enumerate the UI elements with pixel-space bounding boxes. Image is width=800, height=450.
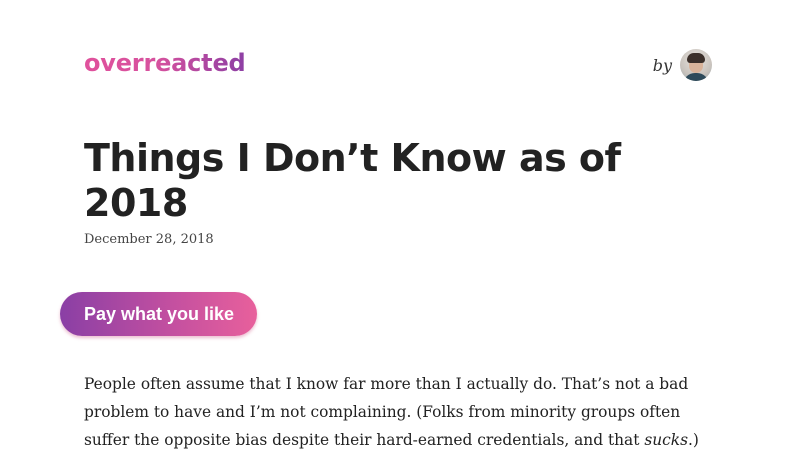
post-paragraph: People often assume that I know far more…	[84, 370, 724, 450]
avatar-shirt	[683, 73, 709, 81]
post-title: Things I Don’t Know as of 2018	[84, 136, 621, 225]
pay-what-you-like-button[interactable]: Pay what you like	[60, 292, 257, 336]
paragraph-text: People often assume that I know far more…	[84, 375, 689, 449]
site-logo-link[interactable]: overreacted	[84, 49, 246, 77]
paragraph-emphasis: sucks	[644, 431, 688, 449]
author-avatar[interactable]	[680, 49, 712, 81]
site-header: overreacted by	[84, 45, 712, 85]
byline-label: by	[652, 55, 672, 75]
avatar-hair	[687, 53, 705, 63]
paragraph-closing: .)	[687, 431, 699, 449]
post-date: December 28, 2018	[84, 232, 214, 247]
author-byline: by	[653, 48, 712, 82]
